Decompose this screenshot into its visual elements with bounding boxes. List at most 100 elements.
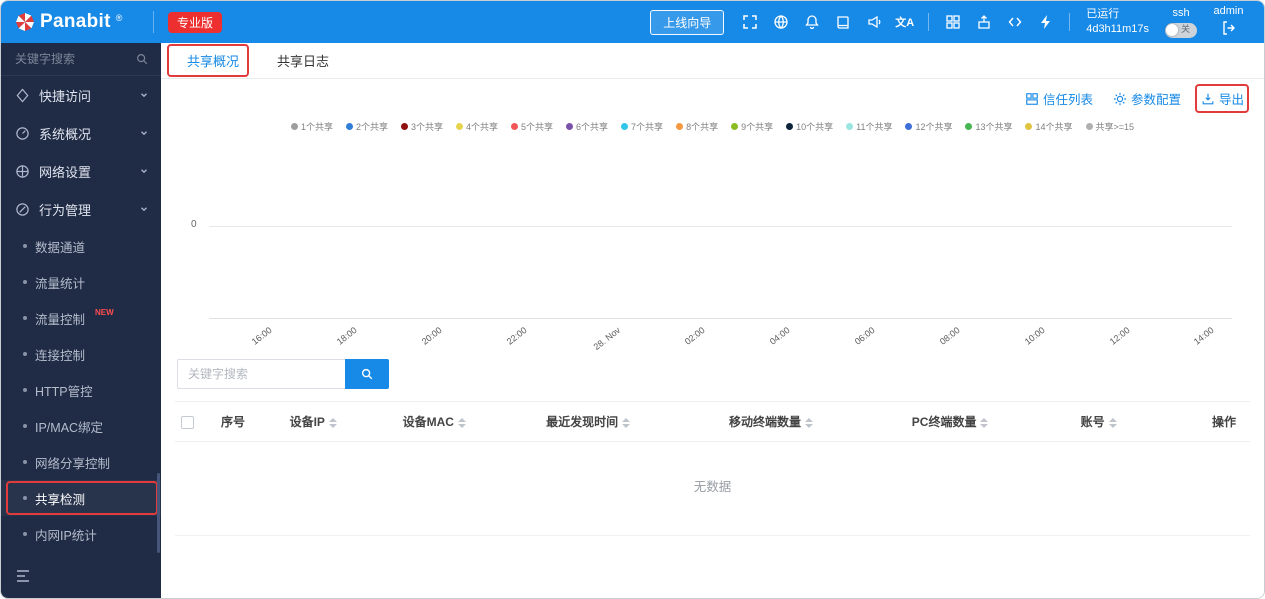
brand-registered-mark: ® (115, 13, 123, 23)
column-header-label: 设备MAC (402, 415, 454, 429)
select-all-checkbox[interactable] (181, 415, 194, 429)
empty-row: 无数据 (175, 441, 1250, 536)
legend-item[interactable]: 共享>=15 (1085, 120, 1134, 133)
legend-label: 3个共享 (410, 122, 443, 132)
legend-dot (786, 123, 794, 130)
legend-item[interactable]: 7个共享 (621, 120, 663, 133)
sidebar-search-input[interactable] (15, 52, 135, 66)
column-header[interactable]: 移动终端数量 (722, 401, 906, 442)
devices-table: 序号 设备IP 设备MAC 最近发现时间 移动终端数量 PC终端数量 账号 操作 无数据 (175, 401, 1250, 536)
legend-item[interactable]: 11个共享 (846, 120, 892, 133)
uptime-value: 4d3h11m17s (1086, 23, 1149, 35)
select-all-header[interactable] (175, 401, 215, 442)
column-header[interactable]: 设备IP (283, 401, 397, 442)
brand-star-icon (16, 13, 34, 31)
params-config-label: 参数配置 (1130, 93, 1181, 107)
onboarding-wizard-button[interactable]: 上线向导 (650, 9, 725, 35)
table-search-button[interactable] (345, 359, 389, 389)
tab-bar: 共享概况 共享日志 (161, 43, 1264, 79)
table-search-row (177, 359, 1248, 389)
support-globe-icon[interactable] (772, 14, 789, 31)
sort-caret-icon[interactable] (328, 417, 337, 428)
sidebar-item-network-share-control[interactable]: 网络分享控制 (1, 444, 161, 480)
sidebar-group-quick-access[interactable]: 快捷访问 (1, 76, 161, 114)
notification-bell-icon[interactable] (803, 14, 820, 31)
sidebar-item-connection-control[interactable]: 连接控制 (1, 336, 161, 372)
legend-label: 5个共享 (521, 122, 554, 132)
quick-action-bolt-icon[interactable] (1037, 14, 1054, 31)
legend-dot (400, 123, 408, 130)
api-code-icon[interactable] (1006, 14, 1023, 31)
column-header-label: 序号 (221, 415, 246, 429)
legend-item[interactable]: 6个共享 (566, 120, 608, 133)
legend-item[interactable]: 3个共享 (400, 120, 443, 133)
sidebar-item-http-control[interactable]: HTTP管控 (1, 372, 161, 408)
legend-item[interactable]: 9个共享 (731, 120, 773, 133)
uptime-label: 已运行 (1086, 8, 1120, 21)
x-tick-label: 12:00 (1107, 325, 1132, 347)
legend-item[interactable]: 12个共享 (905, 120, 952, 133)
upgrade-icon[interactable] (975, 14, 992, 31)
legend-item[interactable]: 13个共享 (965, 120, 1012, 133)
legend-item[interactable]: 14个共享 (1025, 120, 1073, 133)
announcement-megaphone-icon[interactable] (865, 14, 882, 31)
sidebar-item-intranet-ip-stats[interactable]: 内网IP统计 (1, 516, 161, 552)
app-window: Panabit ® 专业版 上线向导 文A 已运行 4d3h11m17s ssh… (0, 0, 1265, 599)
table-search-input[interactable] (177, 359, 345, 389)
logout-icon[interactable] (1220, 19, 1237, 36)
sort-caret-icon[interactable] (980, 417, 989, 428)
ssh-toggle-knob (1166, 24, 1178, 37)
legend-label: 11个共享 (856, 122, 893, 132)
fullscreen-icon[interactable] (741, 14, 758, 31)
ssh-toggle[interactable]: 关 (1165, 22, 1197, 38)
search-icon[interactable] (135, 52, 149, 66)
column-header[interactable]: 账号 (1074, 401, 1167, 442)
trust-list-icon (1026, 92, 1038, 105)
legend-item[interactable]: 1个共享 (290, 120, 333, 133)
x-tick-label: 08:00 (937, 325, 962, 347)
new-badge: NEW (95, 308, 114, 317)
column-header[interactable]: PC终端数量 (905, 401, 1075, 442)
legend-item[interactable]: 5个共享 (511, 120, 553, 133)
sidebar-group-network-settings[interactable]: 网络设置 (1, 152, 161, 190)
x-axis-line (209, 318, 1232, 319)
export-label: 导出 (1218, 93, 1244, 107)
sidebar-collapse-button[interactable] (1, 557, 161, 598)
modules-grid-icon[interactable] (944, 14, 961, 31)
legend-dot (511, 123, 519, 130)
legend-label: 14个共享 (1035, 122, 1073, 132)
legend-label: 1个共享 (300, 122, 333, 132)
chevron-down-icon (141, 169, 147, 174)
sort-caret-icon[interactable] (804, 417, 813, 428)
legend-item[interactable]: 10个共享 (786, 120, 833, 133)
sidebar-group-behavior-management[interactable]: 行为管理 (1, 190, 161, 228)
topbar-divider (153, 11, 154, 33)
legend-dot (731, 123, 739, 130)
translate-icon[interactable]: 文A (895, 14, 914, 31)
legend-dot (1085, 123, 1093, 130)
trust-list-link[interactable]: 信任列表 (1025, 89, 1093, 108)
sidebar-item-data-channel[interactable]: 数据通道 (1, 228, 161, 264)
sidebar-group-system-overview[interactable]: 系统概况 (1, 114, 161, 152)
legend-item[interactable]: 8个共享 (676, 120, 718, 133)
column-header[interactable]: 设备MAC (396, 401, 541, 442)
legend-item[interactable]: 4个共享 (456, 120, 498, 133)
tab-share-log[interactable]: 共享日志 (277, 51, 329, 70)
sidebar-scrollbar[interactable] (157, 473, 160, 553)
sidebar-item-traffic-stats[interactable]: 流量统计 (1, 264, 161, 300)
sort-caret-icon[interactable] (457, 417, 466, 428)
sort-caret-icon[interactable] (622, 417, 631, 428)
sort-caret-icon[interactable] (1108, 417, 1117, 428)
export-link[interactable]: 导出 (1194, 84, 1249, 113)
tab-label: 共享概况 (187, 54, 240, 69)
column-header[interactable]: 最近发现时间 (540, 401, 723, 442)
sidebar-item-share-detection[interactable]: 共享检测 (1, 480, 161, 516)
sidebar-item-ip-mac-binding[interactable]: IP/MAC绑定 (1, 408, 161, 444)
legend-item[interactable]: 2个共享 (345, 120, 388, 133)
manual-book-icon[interactable] (834, 14, 851, 31)
sidebar-item-traffic-control[interactable]: 流量控制 NEW (1, 300, 161, 336)
tab-share-overview[interactable]: 共享概况 (167, 44, 250, 77)
params-config-link[interactable]: 参数配置 (1113, 89, 1181, 108)
legend-dot (965, 123, 973, 130)
brand-logo[interactable]: Panabit ® (1, 11, 149, 33)
